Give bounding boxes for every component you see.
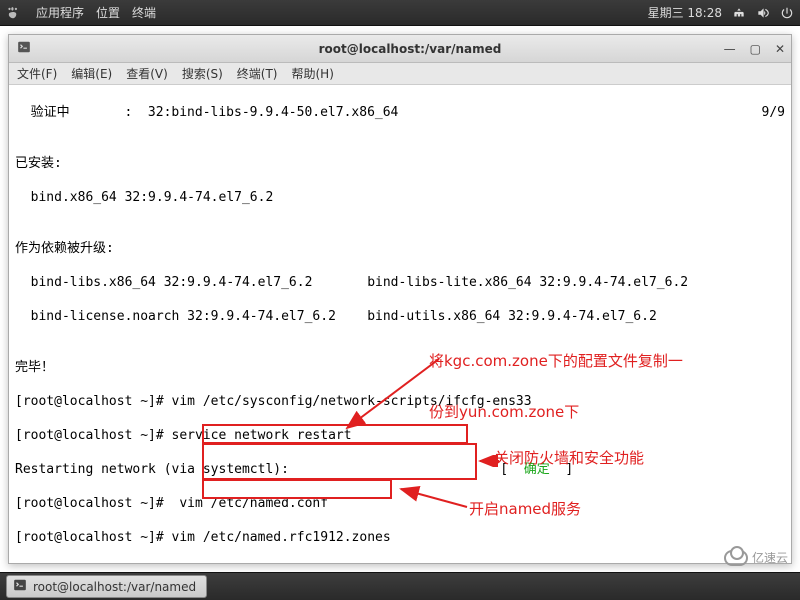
menu-search[interactable]: 搜索(S) [182,65,223,82]
gnome-top-panel: 应用程序 位置 终端 星期三 18:28 [0,0,800,26]
taskbar-button-label: root@localhost:/var/named [33,580,196,594]
window-title: root@localhost:/var/named [37,42,783,56]
cloud-icon [724,550,748,566]
panel-datetime: 星期三 18:28 [648,4,722,21]
network-icon[interactable] [732,6,746,20]
annotation-1: 将kgc.com.zone下的配置文件复制一 份到yun.com.zone下 [429,319,683,455]
term-line: bind-libs.x86_64 32:9.9.4-74.el7_6.2 bin… [15,274,785,291]
menu-help[interactable]: 帮助(H) [292,65,334,82]
panel-terminal[interactable]: 终端 [132,4,156,21]
term-line: [root@localhost ~]# vim /etc/named.conf [15,495,785,512]
menu-terminal[interactable]: 终端(T) [237,65,278,82]
volume-icon[interactable] [756,6,770,20]
term-line: 作为依赖被升级: [15,240,785,257]
watermark: 亿速云 [724,549,788,566]
gnome-foot-icon [6,6,24,20]
menu-edit[interactable]: 编辑(E) [71,65,112,82]
close-button[interactable]: ✕ [775,42,785,56]
power-icon[interactable] [780,6,794,20]
terminal-window: root@localhost:/var/named — ▢ ✕ 文件(F) 编辑… [8,34,792,564]
term-line: 验证中 : 32:bind-libs-9.9.4-50.el7.x86_649/… [15,104,785,121]
annotation-3: 开启named服务 [469,501,581,518]
taskbar-terminal-button[interactable]: root@localhost:/var/named [6,575,207,598]
term-line: [root@localhost ~]# vim /etc/named.rfc19… [15,529,785,546]
term-line: 已安装: [15,155,785,172]
terminal-icon [17,40,31,57]
menu-file[interactable]: 文件(F) [17,65,57,82]
terminal-body[interactable]: 验证中 : 32:bind-libs-9.9.4-50.el7.x86_649/… [9,85,791,563]
annotation-2: 关闭防火墙和安全功能 [494,450,644,467]
minimize-button[interactable]: — [724,42,736,56]
gnome-bottom-panel: root@localhost:/var/named [0,572,800,600]
term-line: Restarting network (via systemctl): [ 确定… [15,461,785,478]
window-titlebar[interactable]: root@localhost:/var/named — ▢ ✕ [9,35,791,63]
term-line: bind.x86_64 32:9.9.4-74.el7_6.2 [15,189,785,206]
maximize-button[interactable]: ▢ [750,42,761,56]
terminal-icon [13,578,27,595]
panel-places[interactable]: 位置 [96,4,120,21]
menu-view[interactable]: 查看(V) [126,65,168,82]
panel-apps[interactable]: 应用程序 [36,4,84,21]
terminal-menubar: 文件(F) 编辑(E) 查看(V) 搜索(S) 终端(T) 帮助(H) [9,63,791,85]
